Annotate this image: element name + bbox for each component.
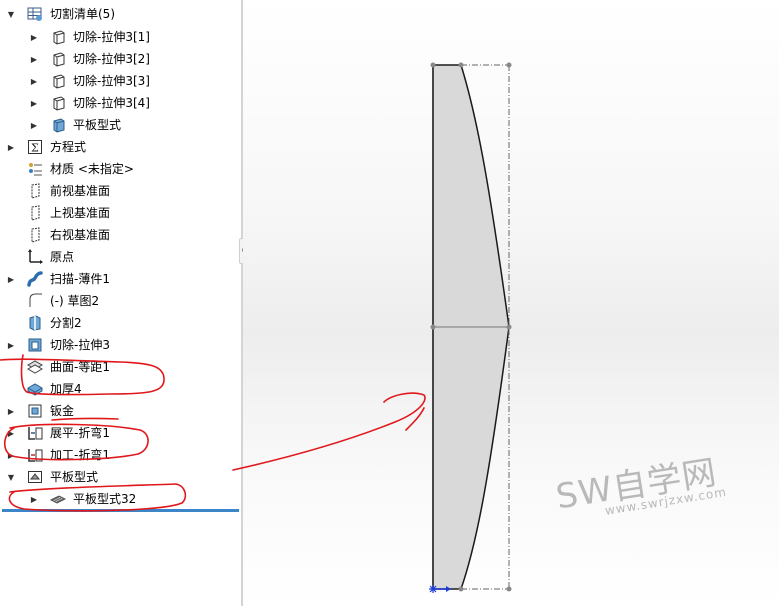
tree-item-label: 切割清单(5) bbox=[50, 7, 115, 21]
solid-body-icon bbox=[50, 95, 66, 111]
flat-pattern-icon bbox=[50, 491, 66, 507]
tree-item-label: 钣金 bbox=[50, 404, 75, 418]
tree-item-split[interactable]: 分割2 bbox=[0, 312, 241, 334]
solid-body-icon bbox=[50, 73, 66, 89]
tree-item-label: 平板型式 bbox=[50, 470, 99, 484]
tree-item-label: 切除-拉伸3[2] bbox=[73, 52, 150, 66]
sheet-metal-icon bbox=[27, 403, 43, 419]
expanded-arrow-icon[interactable]: ▼ bbox=[6, 9, 16, 19]
tree-item-flatten-bends[interactable]: ▶ 展平-折弯1 bbox=[0, 422, 241, 444]
tree-item-sweep[interactable]: ▶ 扫描-薄件1 bbox=[0, 268, 241, 290]
model-view bbox=[429, 62, 512, 593]
tree-item-label: 平板型式 bbox=[73, 118, 122, 132]
tree-item-sheet-metal[interactable]: ▶ 钣金 bbox=[0, 400, 241, 422]
tree-item-label: 切除-拉伸3[1] bbox=[73, 30, 150, 44]
tree-item-label: 右视基准面 bbox=[50, 228, 111, 242]
equations-icon: Σ bbox=[27, 139, 43, 155]
tree-item-label: (-) 草图2 bbox=[50, 294, 100, 308]
tree-item-label: 材质 <未指定> bbox=[50, 162, 134, 176]
collapsed-arrow-icon[interactable]: ▶ bbox=[6, 428, 16, 438]
offset-surface-icon bbox=[27, 359, 43, 375]
tree-item-process-bends[interactable]: ▶ 加工-折弯1 bbox=[0, 444, 241, 466]
tree-item-label: 加工-折弯1 bbox=[50, 448, 110, 462]
tree-item-label: 平板型式32 bbox=[73, 492, 137, 506]
cut-extrude-icon bbox=[27, 337, 43, 353]
tree-item-label: 切除-拉伸3[4] bbox=[73, 96, 150, 110]
tree-item-material[interactable]: 材质 <未指定> bbox=[0, 158, 241, 180]
tree-item-body[interactable]: ▶ 切除-拉伸3[4] bbox=[0, 92, 241, 114]
tree-item-label: 方程式 bbox=[50, 140, 87, 154]
tree-item-label: 前视基准面 bbox=[50, 184, 111, 198]
tree-item-cut-list[interactable]: ▼ 切割清单(5) bbox=[0, 3, 241, 25]
plane-icon bbox=[27, 227, 43, 243]
sketch-icon bbox=[27, 293, 43, 309]
collapsed-arrow-icon[interactable]: ▶ bbox=[6, 142, 16, 152]
tree-item-label: 原点 bbox=[50, 250, 75, 264]
tree-item-label: 分割2 bbox=[50, 316, 82, 330]
sheet-metal-body-icon bbox=[50, 117, 66, 133]
collapsed-arrow-icon[interactable]: ▶ bbox=[29, 494, 39, 504]
tree-item-label: 加厚4 bbox=[50, 382, 82, 396]
origin-icon bbox=[27, 249, 43, 265]
tree-item-sketch[interactable]: (-) 草图2 bbox=[0, 290, 241, 312]
collapsed-arrow-icon[interactable]: ▶ bbox=[29, 54, 39, 64]
sweep-icon bbox=[27, 271, 43, 287]
collapsed-arrow-icon[interactable]: ▶ bbox=[29, 76, 39, 86]
tree-item-label: 切除-拉伸3[3] bbox=[73, 74, 150, 88]
graphics-area[interactable] bbox=[243, 0, 779, 606]
tree-item-label: 上视基准面 bbox=[50, 206, 111, 220]
tree-item-body[interactable]: ▶ 切除-拉伸3[2] bbox=[0, 48, 241, 70]
collapsed-arrow-icon[interactable]: ▶ bbox=[6, 450, 16, 460]
thicken-icon bbox=[27, 381, 43, 397]
expanded-arrow-icon[interactable]: ▼ bbox=[6, 472, 16, 482]
collapsed-arrow-icon[interactable]: ▶ bbox=[29, 32, 39, 42]
plane-icon bbox=[27, 183, 43, 199]
collapsed-arrow-icon[interactable]: ▶ bbox=[6, 340, 16, 350]
tree-item-label: 切除-拉伸3 bbox=[50, 338, 110, 352]
tree-item-thicken[interactable]: 加厚4 bbox=[0, 378, 241, 400]
tree-item-flat-pattern-folder[interactable]: ▼ 平板型式 bbox=[0, 466, 241, 488]
process-bends-icon bbox=[27, 447, 43, 463]
tree-item-label: 扫描-薄件1 bbox=[50, 272, 110, 286]
solid-body-icon bbox=[50, 29, 66, 45]
collapsed-arrow-icon[interactable]: ▶ bbox=[6, 274, 16, 284]
tree-item-cut-extrude[interactable]: ▶ 切除-拉伸3 bbox=[0, 334, 241, 356]
flatten-bends-icon bbox=[27, 425, 43, 441]
plane-icon bbox=[27, 205, 43, 221]
tree-item-origin[interactable]: 原点 bbox=[0, 246, 241, 268]
tree-item-plane[interactable]: 右视基准面 bbox=[0, 224, 241, 246]
collapsed-arrow-icon[interactable]: ▶ bbox=[6, 406, 16, 416]
split-icon bbox=[27, 315, 43, 331]
svg-text:Σ: Σ bbox=[31, 142, 39, 155]
tree-item-flat-pattern[interactable]: ▶ 平板型式32 bbox=[0, 488, 241, 510]
tree-item-label: 展平-折弯1 bbox=[50, 426, 110, 440]
tree-item-body[interactable]: ▶ 切除-拉伸3[3] bbox=[0, 70, 241, 92]
tree-item-plane[interactable]: 上视基准面 bbox=[0, 202, 241, 224]
flat-pattern-folder-icon bbox=[27, 469, 43, 485]
cut-list-folder-icon bbox=[27, 6, 43, 22]
material-icon bbox=[27, 161, 43, 177]
tree-item-offset-surface[interactable]: 曲面-等距1 bbox=[0, 356, 241, 378]
rollback-bar[interactable] bbox=[2, 509, 239, 512]
tree-item-label: 曲面-等距1 bbox=[50, 360, 110, 374]
collapsed-arrow-icon[interactable]: ▶ bbox=[29, 120, 39, 130]
collapsed-arrow-icon[interactable]: ▶ bbox=[29, 98, 39, 108]
feature-manager-tree: ▼ 切割清单(5) ▶ 切除-拉伸3[1] ▶ 切除-拉伸3[2] ▶ 切除-拉… bbox=[0, 0, 241, 606]
tree-item-equations[interactable]: ▶ Σ 方程式 bbox=[0, 136, 241, 158]
solid-body-icon bbox=[50, 51, 66, 67]
tree-item-plane[interactable]: 前视基准面 bbox=[0, 180, 241, 202]
tree-item-body[interactable]: ▶ 切除-拉伸3[1] bbox=[0, 26, 241, 48]
tree-item-sheet-body[interactable]: ▶ 平板型式 bbox=[0, 114, 241, 136]
